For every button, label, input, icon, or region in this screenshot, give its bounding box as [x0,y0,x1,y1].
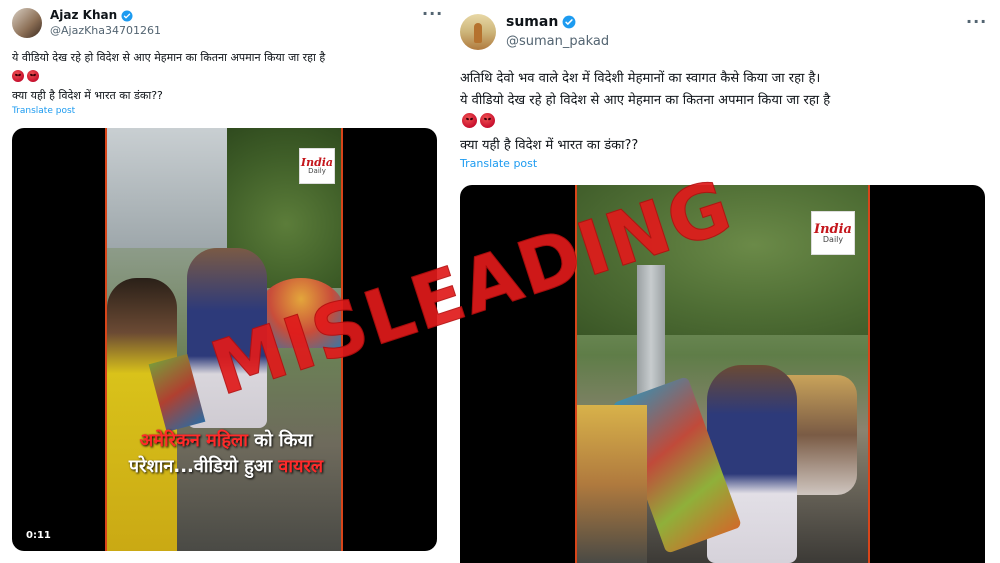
author-name-text: suman [506,14,559,30]
tweet-suman[interactable]: suman @suman_pakad ··· अतिथि देवो भव वाल… [0,0,1000,563]
angry-face-icon [480,113,495,128]
video-player[interactable]: India Daily [460,185,985,563]
post-text-line-3: क्या यही है विदेश में भारत का डंका?? [460,138,639,153]
logo-subtext: Daily [822,234,844,244]
more-options-icon[interactable]: ··· [966,12,987,31]
angry-face-icon [462,113,477,128]
avatar[interactable] [460,14,496,50]
author-handle[interactable]: @suman_pakad [506,34,609,49]
trees [577,185,868,335]
logo-text: India [814,221,852,237]
street [577,405,647,563]
author-name[interactable]: suman [506,14,576,30]
india-daily-logo: India Daily [811,211,855,255]
angry-face-emojis [462,113,495,128]
post-text-line-1: अतिथि देवो भव वाले देश में विदेशी मेहमान… [460,71,821,86]
pillar [637,265,665,405]
verified-badge-icon [562,15,576,29]
post-text-line-2: ये वीडियो देख रहे हो विदेश से आए मेहमान … [460,93,831,108]
video-frame[interactable]: India Daily [575,185,870,563]
translate-post-link[interactable]: Translate post [460,157,537,170]
